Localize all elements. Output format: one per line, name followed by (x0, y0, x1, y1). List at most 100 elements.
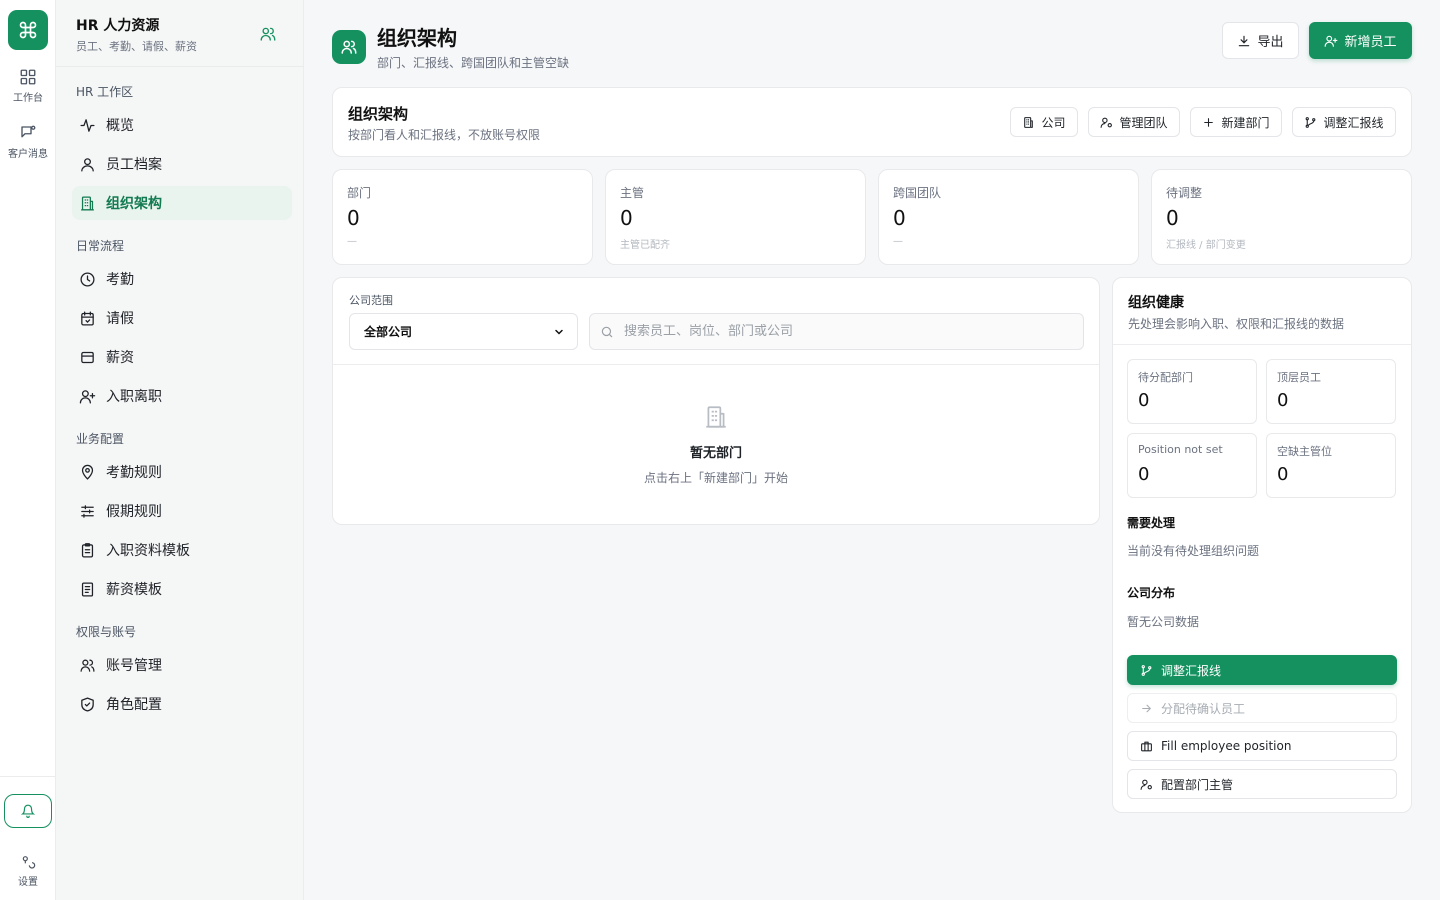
building-icon (1024, 116, 1034, 128)
search-input[interactable] (624, 324, 1064, 339)
sidebar-item-onboarding-templates[interactable]: 入职资料模板 (72, 533, 292, 567)
search-box[interactable] (589, 313, 1084, 350)
stat-hint: — (347, 236, 357, 247)
users-switch-button[interactable] (253, 19, 283, 49)
settings-icon (22, 856, 36, 869)
metric-unassigned-dept: 待分配部门 0 (1127, 359, 1257, 424)
metric-value: 0 (1277, 390, 1289, 411)
sidebar-item-label: 员工档案 (106, 157, 162, 173)
activity-icon (79, 118, 95, 132)
add-employee-label: 新增员工 (1344, 35, 1397, 50)
metric-position-not-set: Position not set 0 (1127, 433, 1257, 498)
assign-pending-action[interactable]: 分配待确认员工 (1127, 693, 1397, 723)
fill-position-action[interactable]: Fill employee position (1127, 731, 1397, 761)
sidebar-item-payroll[interactable]: 薪资 (72, 340, 292, 374)
shield-icon (80, 696, 94, 712)
stat-label: 待调整 (1166, 186, 1203, 200)
health-subtitle: 先处理会影响入职、权限和汇报线的数据 (1128, 317, 1345, 331)
bell-icon (21, 804, 35, 818)
manage-team-label: 管理团队 (1119, 115, 1168, 130)
action-label: 配置部门主管 (1161, 777, 1234, 792)
rail-item-settings[interactable]: 设置 (0, 854, 56, 888)
sidebar-item-label: 入职离职 (106, 389, 162, 405)
user-plus-icon (79, 389, 95, 404)
departments-card: 公司范围 全部公司 暂无部门 点击右上「新建部门」开始 (332, 277, 1100, 525)
building-icon (706, 406, 726, 428)
stat-label: 部门 (347, 186, 372, 200)
sidebar-item-label: 请假 (106, 311, 134, 327)
sidebar-item-label: 假期规则 (106, 504, 162, 520)
sidebar-item-label: 入职资料模板 (106, 543, 190, 559)
distribution-title: 公司分布 (1127, 586, 1176, 600)
sidebar-item-attendance-rules[interactable]: 考勤规则 (72, 455, 292, 489)
adjust-reporting-label: 调整汇报线 (1323, 115, 1384, 130)
sidebar-section-label: 日常流程 (76, 239, 125, 253)
new-department-button[interactable]: 新建部门 (1190, 107, 1282, 137)
rail-item-workspace[interactable]: 工作台 (0, 68, 56, 104)
sidebar-header: HR 人力资源 员工、考勤、请假、薪资 (56, 0, 304, 67)
sidebar-item-employees[interactable]: 员工档案 (72, 147, 292, 181)
org-health-card: 组织健康 先处理会影响入职、权限和汇报线的数据 待分配部门 0 顶层员工 0 P… (1112, 277, 1412, 813)
briefcase-icon (1141, 741, 1152, 751)
rail-item-messages[interactable]: 客户消息 (0, 124, 56, 160)
clipboard-icon (81, 542, 93, 558)
users-icon (260, 27, 276, 41)
sidebar-section-label: HR 工作区 (76, 85, 134, 99)
user-icon (80, 157, 94, 172)
stat-hint: 主管已配齐 (620, 240, 670, 251)
rail-item-label: 客户消息 (8, 149, 48, 160)
sidebar-section-label: 业务配置 (76, 432, 125, 446)
sidebar-item-onboarding[interactable]: 入职离职 (72, 379, 292, 413)
sidebar-item-overview[interactable]: 概览 (72, 108, 292, 142)
company-button[interactable]: 公司 (1010, 107, 1078, 137)
manage-team-button[interactable]: 管理团队 (1088, 107, 1180, 137)
sidebar-item-roles[interactable]: 角色配置 (72, 687, 292, 721)
users-icon (79, 659, 95, 672)
adjust-reporting-action[interactable]: 调整汇报线 (1127, 655, 1397, 685)
sidebar-item-label: 组织架构 (106, 196, 162, 212)
stat-value: 0 (893, 206, 906, 230)
plus-icon (1204, 117, 1214, 127)
company-select-value: 全部公司 (364, 325, 413, 339)
file-text-icon (81, 581, 93, 597)
config-manager-action[interactable]: 配置部门主管 (1127, 769, 1397, 799)
metric-label: 空缺主管位 (1277, 445, 1332, 458)
search-icon (601, 326, 613, 337)
stat-card-cross-border: 跨国团队 0 — (878, 169, 1139, 265)
sidebar-subtitle: 员工、考勤、请假、薪资 (76, 40, 197, 53)
stat-hint: — (893, 236, 903, 247)
notifications-button[interactable] (4, 794, 52, 828)
company-label: 公司 (1041, 115, 1066, 130)
metric-top-level: 顶层员工 0 (1266, 359, 1396, 424)
divider (333, 364, 1099, 365)
sidebar-item-attendance[interactable]: 考勤 (72, 262, 292, 296)
sidebar-item-leave[interactable]: 请假 (72, 301, 292, 335)
todo-text: 当前没有待处理组织问题 (1127, 544, 1260, 558)
adjust-reporting-button[interactable]: 调整汇报线 (1292, 107, 1396, 137)
sidebar-item-payroll-templates[interactable]: 薪资模板 (72, 572, 292, 606)
user-plus-icon (1325, 35, 1338, 47)
company-select[interactable]: 全部公司 (349, 313, 578, 350)
user-cog-icon (1101, 117, 1113, 128)
app-rail: 工作台 客户消息 设置 (0, 0, 56, 900)
metric-label: 顶层员工 (1277, 371, 1321, 384)
sidebar-title: HR 人力资源 (76, 18, 160, 34)
new-department-label: 新建部门 (1221, 115, 1270, 130)
export-button[interactable]: 导出 (1222, 22, 1299, 59)
metric-value: 0 (1138, 390, 1150, 411)
stat-value: 0 (1166, 206, 1179, 230)
page-icon (332, 30, 366, 64)
git-branch-icon (1141, 664, 1152, 676)
app-logo[interactable] (8, 10, 48, 50)
org-card-subtitle: 按部门看人和汇报线，不放账号权限 (348, 128, 541, 142)
sidebar-item-accounts[interactable]: 账号管理 (72, 648, 292, 682)
add-employee-button[interactable]: 新增员工 (1309, 22, 1412, 59)
sidebar-item-leave-rules[interactable]: 假期规则 (72, 494, 292, 528)
sidebar-item-label: 账号管理 (106, 658, 162, 674)
stat-value: 0 (347, 206, 360, 230)
chevron-down-icon (555, 329, 563, 335)
divider (1113, 344, 1411, 345)
arrow-right-icon (1142, 704, 1152, 712)
sidebar-item-org[interactable]: 组织架构 (72, 186, 292, 220)
org-toolbar-card: 组织架构 按部门看人和汇报线，不放账号权限 公司 管理团队 新建部门 调整汇报线 (332, 87, 1412, 157)
